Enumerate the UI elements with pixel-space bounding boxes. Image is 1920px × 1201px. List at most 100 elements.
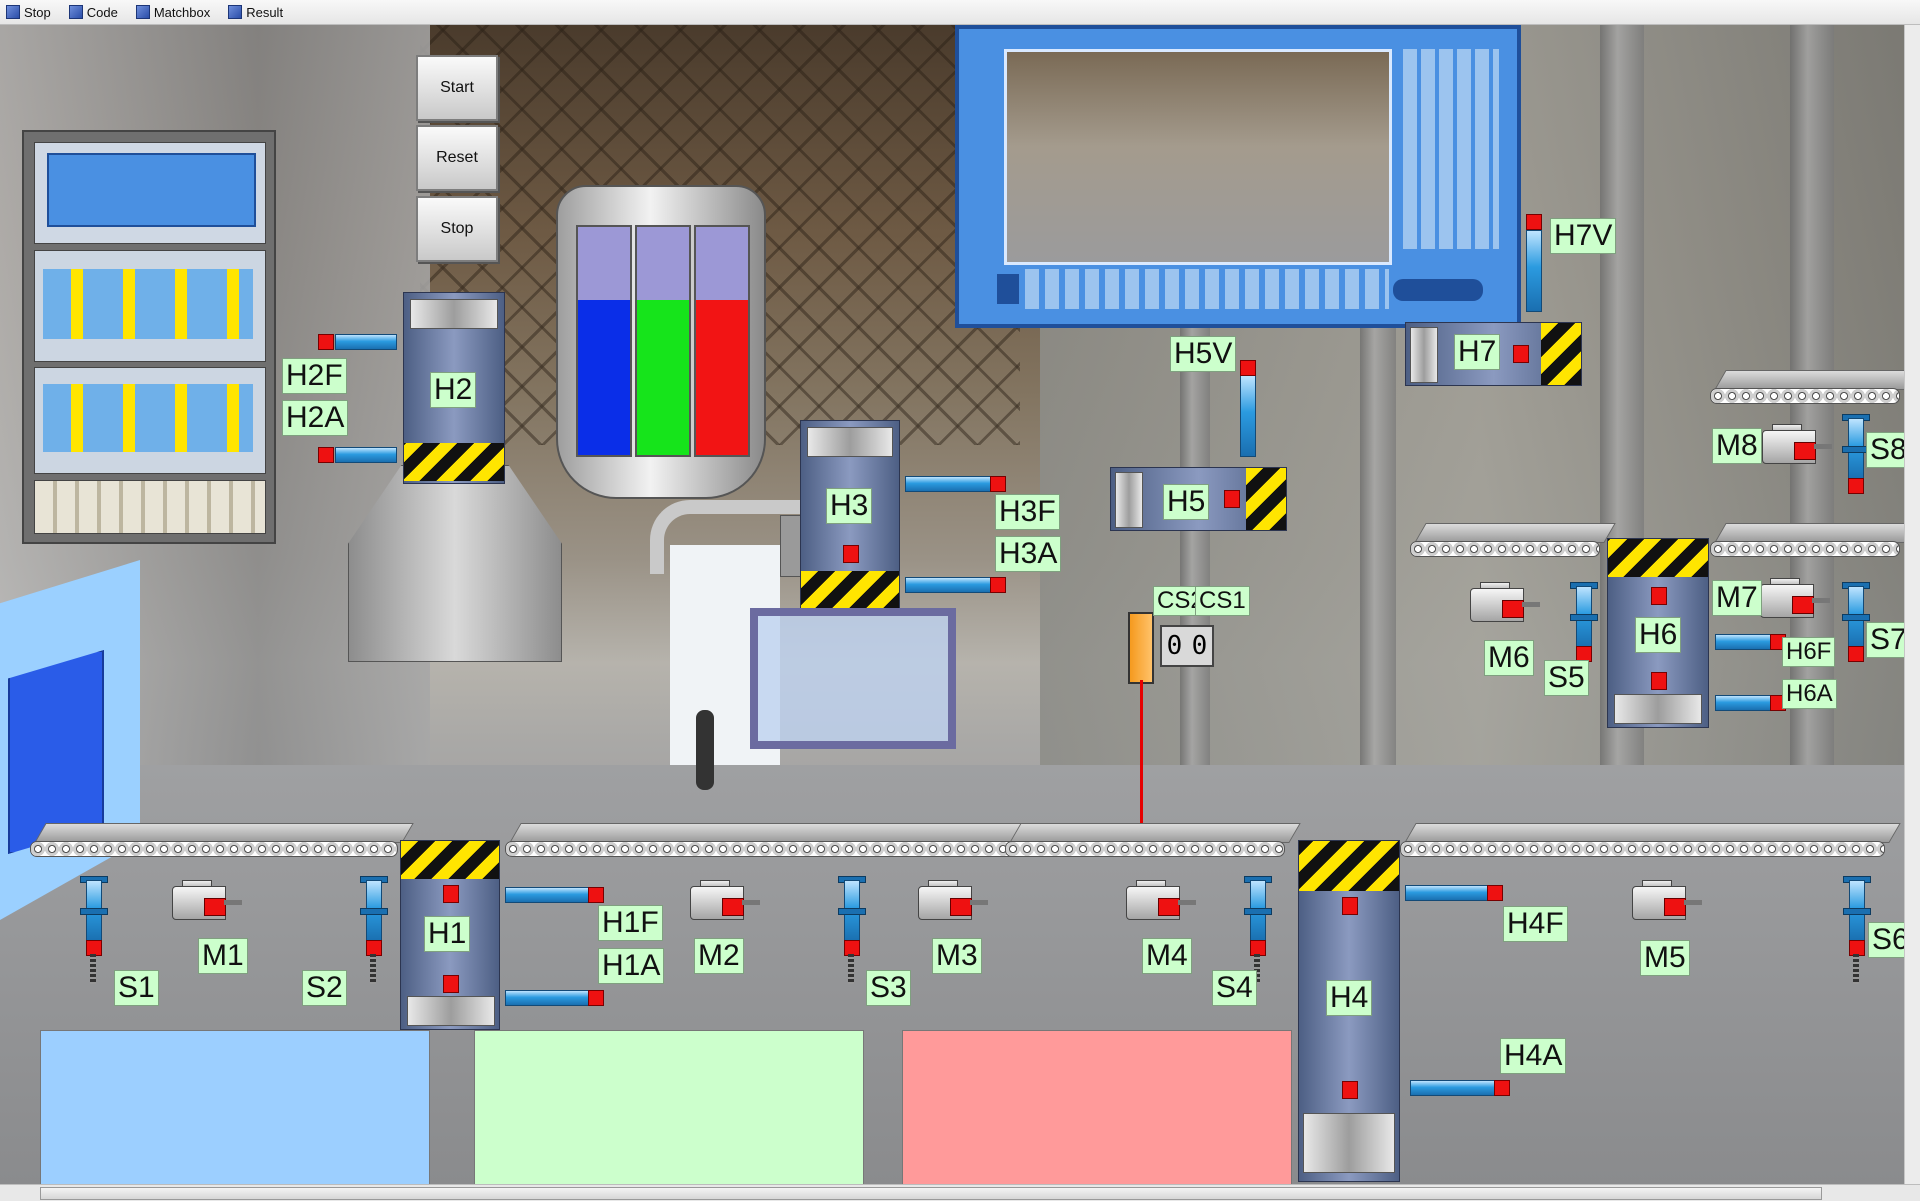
h5v-label: H5V: [1170, 336, 1237, 372]
mixing-tank: [556, 185, 766, 499]
h1f-tip: [588, 887, 604, 903]
start-button[interactable]: Start: [416, 55, 498, 121]
matchbox-icon: [135, 5, 150, 19]
conveyor-m8: [1710, 370, 1916, 404]
bin-red: [902, 1030, 1292, 1187]
h4f-tip: [1487, 885, 1503, 901]
hmi-panel[interactable]: [955, 25, 1521, 328]
h4-window: [1303, 1113, 1395, 1173]
h1-hazard-stripe: [401, 841, 499, 879]
h2a-label: H2A: [282, 400, 349, 436]
pipe-flange: [780, 515, 802, 577]
h3-hazard-stripe: [801, 571, 899, 609]
h6-hazard-stripe: [1608, 539, 1708, 577]
plc-io-cards: [43, 384, 253, 452]
result-icon: [228, 5, 243, 19]
plc-io-cards: [43, 269, 253, 339]
h7v-label: H7V: [1550, 218, 1617, 254]
h3-window: [807, 427, 893, 457]
conveyor-m2-m3: [505, 823, 1056, 857]
plc-rack: [22, 130, 276, 544]
person-silhouette: [696, 710, 714, 790]
h4f-cylinder: [1405, 885, 1497, 901]
hmi-screen: [1004, 49, 1392, 265]
h6-indicator-top: [1651, 587, 1667, 605]
h6-label: H6: [1635, 617, 1682, 653]
h3a-tip: [990, 577, 1006, 593]
h3a-label: H3A: [995, 536, 1062, 572]
h2-label: H2: [430, 372, 477, 408]
h6f-label: H6F: [1782, 637, 1836, 667]
h1a-label: H1A: [598, 948, 665, 984]
h6-window: [1614, 694, 1702, 724]
rack-hmi: [34, 142, 266, 244]
menu-result[interactable]: Result: [228, 5, 283, 20]
s1-label: S1: [114, 970, 159, 1006]
h5-window: [1115, 472, 1143, 528]
h5v-tip: [1240, 360, 1256, 376]
h1-label: H1: [424, 916, 471, 952]
h6a-label: H6A: [1782, 679, 1837, 709]
motor-m1: [172, 880, 242, 920]
s3-label: S3: [866, 970, 911, 1006]
h6-indicator-bottom: [1651, 672, 1667, 690]
m7-label: M7: [1712, 580, 1762, 616]
h1-indicator-top: [443, 885, 459, 903]
h4a-cylinder: [1410, 1080, 1502, 1096]
sensor-s1: [80, 872, 108, 987]
tank-column-blue: [576, 225, 632, 457]
color-sensor: [1128, 612, 1154, 684]
h7v-tip: [1526, 214, 1542, 230]
h4-label: H4: [1326, 980, 1373, 1016]
scrollbar-thumb[interactable]: [40, 1187, 1822, 1200]
h2a-cylinder: [335, 447, 397, 463]
motor-m8: [1762, 424, 1832, 464]
m8-label: M8: [1712, 428, 1762, 464]
plc-modules-2: [34, 367, 266, 474]
sensor-s3: [838, 872, 866, 987]
terminal-blocks: [34, 480, 266, 534]
column: [1790, 25, 1834, 785]
h4a-tip: [1494, 1080, 1510, 1096]
menu-matchbox[interactable]: Matchbox: [135, 5, 210, 20]
motor-m6: [1470, 582, 1540, 622]
s5-label: S5: [1544, 660, 1589, 696]
h2f-label: H2F: [282, 358, 347, 394]
motor-m4: [1126, 880, 1196, 920]
h2-hazard-stripe: [404, 443, 504, 481]
menu-stop[interactable]: Stop: [6, 5, 51, 20]
h3-label: H3: [826, 488, 873, 524]
conveyor-m7: [1710, 523, 1916, 557]
motor-m7: [1760, 578, 1830, 618]
code-icon: [68, 5, 83, 19]
stop-icon: [6, 5, 20, 19]
m3-label: M3: [932, 938, 982, 974]
h7-window: [1410, 327, 1438, 383]
h2a-tip: [318, 447, 334, 463]
h1f-label: H1F: [598, 905, 663, 941]
hmi-nav-keys: [1393, 279, 1483, 301]
conveyor-m6: [1410, 523, 1616, 557]
h7v-cylinder: [1526, 230, 1542, 312]
m2-label: M2: [694, 938, 744, 974]
h4-indicator-bottom: [1342, 1081, 1358, 1099]
h7-indicator: [1513, 345, 1529, 363]
menu-code[interactable]: Code: [68, 5, 118, 20]
h6a-cylinder: [1715, 695, 1777, 711]
conveyor-m4: [1005, 823, 1301, 857]
stop-button[interactable]: Stop: [416, 196, 498, 262]
cs2-count: 0: [1166, 631, 1183, 661]
tank-level-green: [637, 299, 689, 455]
horizontal-scrollbar[interactable]: [0, 1184, 1920, 1201]
h1a-tip: [588, 990, 604, 1006]
h4-indicator-top: [1342, 897, 1358, 915]
reset-button[interactable]: Reset: [416, 125, 498, 191]
h5-indicator: [1224, 490, 1240, 508]
h3f-cylinder: [905, 476, 997, 492]
h1f-cylinder: [505, 887, 592, 903]
h3-indicator: [843, 545, 859, 563]
vertical-scrollbar[interactable]: [1904, 25, 1920, 1184]
h3-chute: [750, 608, 956, 749]
h1a-cylinder: [505, 990, 592, 1006]
m1-label: M1: [198, 938, 248, 974]
